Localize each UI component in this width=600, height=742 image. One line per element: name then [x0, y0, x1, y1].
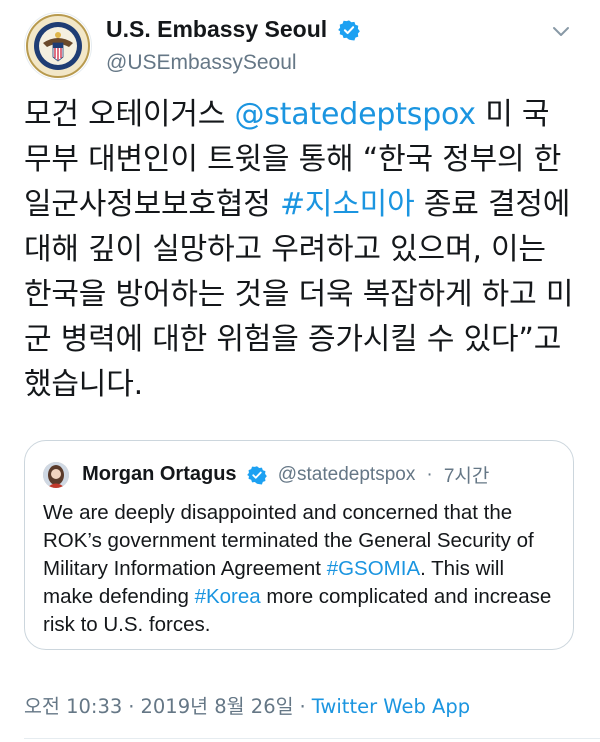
separator-dot: · — [299, 695, 306, 718]
embassy-seal-icon[interactable] — [24, 12, 92, 80]
hashtag-link[interactable]: #Korea — [195, 585, 261, 608]
avatar[interactable] — [43, 461, 69, 488]
verified-badge-icon — [246, 465, 267, 485]
tweet-source-link[interactable]: Twitter Web App — [312, 695, 470, 718]
quoted-author-handle[interactable]: @statedeptspox — [278, 464, 416, 486]
verified-badge-icon — [338, 19, 361, 41]
hashtag-link[interactable]: #GSOMIA — [327, 557, 420, 580]
quoted-author-name[interactable]: Morgan Ortagus — [82, 463, 236, 486]
tweet-header: U.S. Embassy Seoul @USEmbassySeoul — [24, 12, 576, 82]
author-block: U.S. Embassy Seoul @USEmbassySeoul — [106, 16, 361, 75]
quoted-tweet-card[interactable]: Morgan Ortagus @statedeptspox · 7시간 We a… — [24, 440, 574, 650]
author-handle[interactable]: @USEmbassySeoul — [106, 51, 360, 75]
tweet-text-part: 모건 오테이거스 — [24, 97, 235, 132]
tweet-date[interactable]: 2019년 8월 26일 — [140, 695, 293, 718]
tweet-text: 모건 오테이거스 @statedeptspox 미 국무부 대변인이 트윗을 통… — [24, 92, 576, 407]
tweet-meta: 오전 10:33 · 2019년 8월 26일 · Twitter Web App — [24, 690, 470, 719]
mention-link[interactable]: @statedeptspox — [234, 97, 476, 132]
quoted-tweet-time[interactable]: 7시간 — [444, 461, 490, 488]
separator-dot: · — [128, 695, 135, 718]
separator-dot: · — [426, 463, 433, 485]
quoted-tweet-text: We are deeply disappointed and concerned… — [43, 499, 558, 639]
chevron-down-icon[interactable] — [550, 20, 572, 42]
divider — [24, 738, 600, 739]
quoted-tweet-header: Morgan Ortagus @statedeptspox · 7시간 — [43, 461, 563, 489]
hashtag-link[interactable]: #지소미아 — [280, 187, 415, 222]
tweet-time[interactable]: 오전 10:33 — [24, 695, 122, 718]
author-display-name[interactable]: U.S. Embassy Seoul — [106, 16, 327, 43]
